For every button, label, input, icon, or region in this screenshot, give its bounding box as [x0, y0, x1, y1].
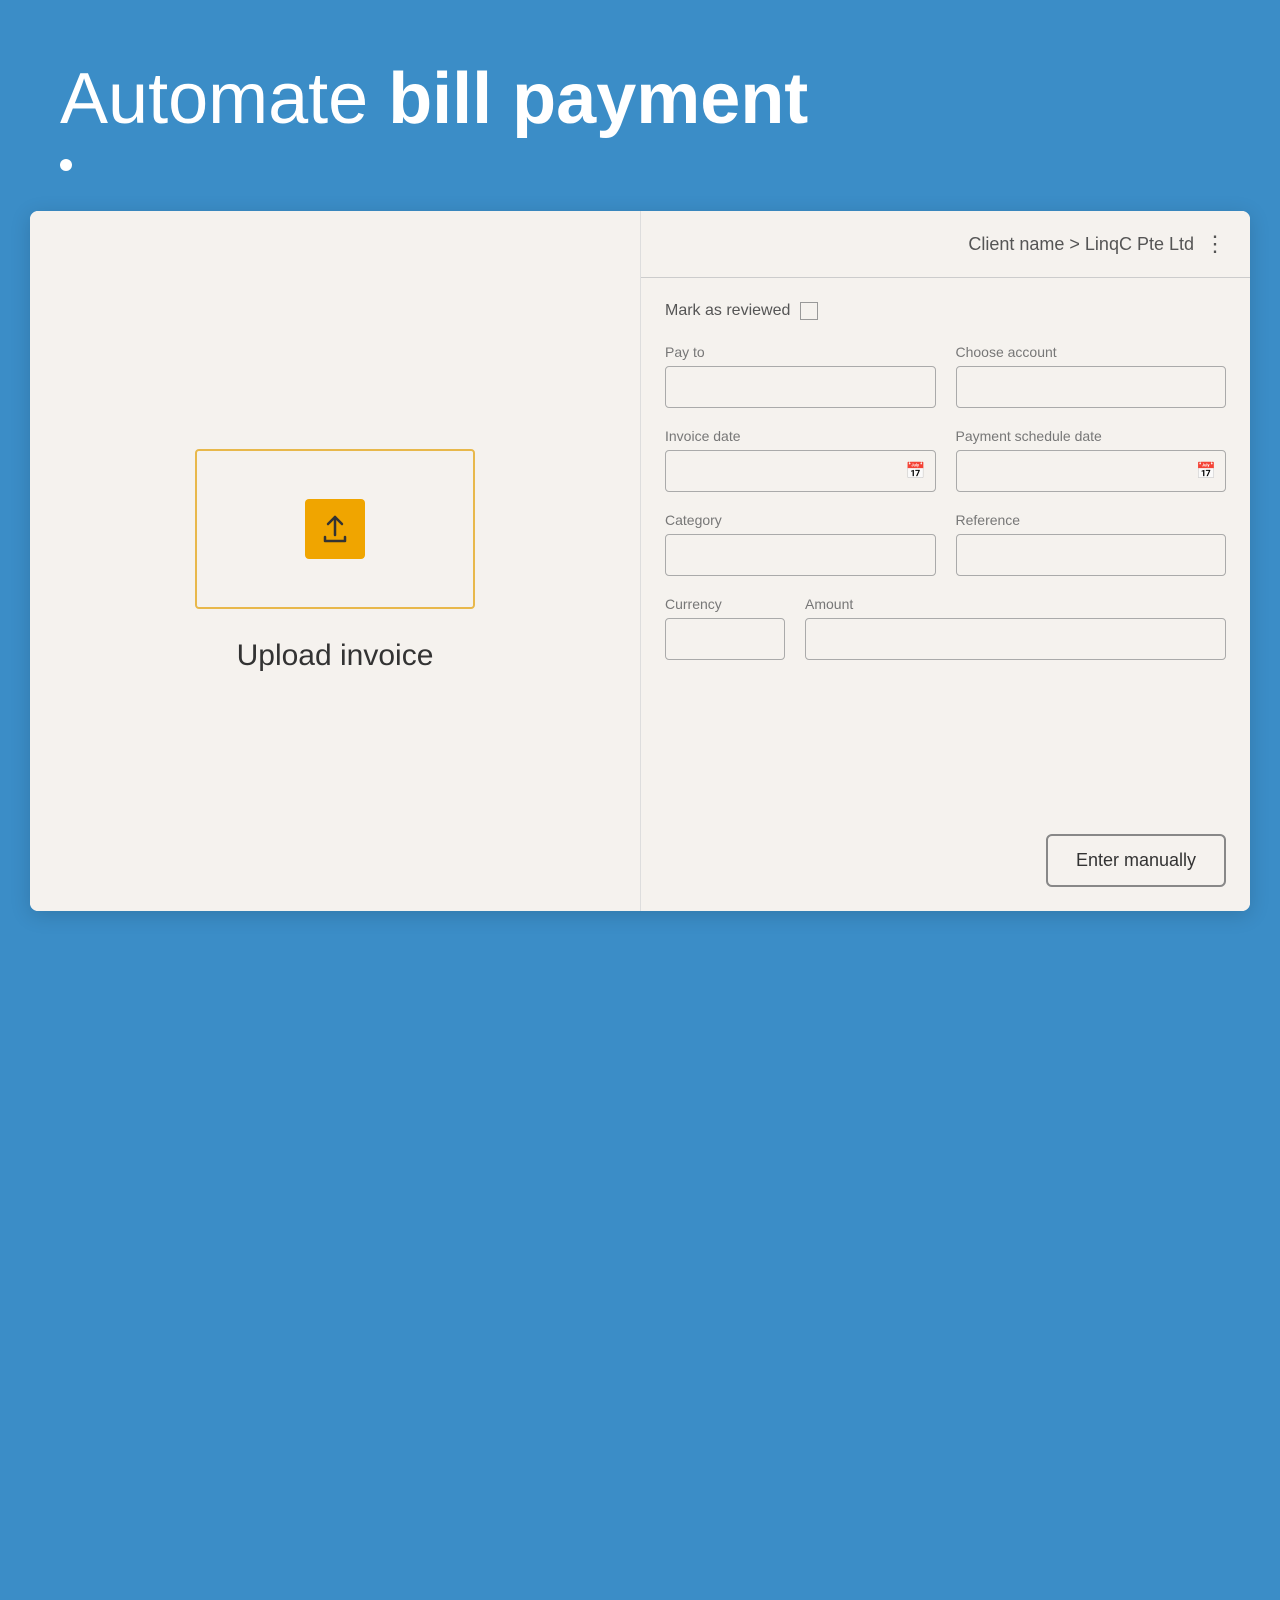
upload-panel[interactable]: Upload invoice — [30, 211, 640, 911]
amount-label: Amount — [805, 596, 1226, 612]
currency-input[interactable] — [665, 618, 785, 660]
mark-reviewed-checkbox[interactable] — [800, 302, 818, 320]
more-options-icon[interactable]: ⋮ — [1204, 231, 1226, 257]
amount-field: Amount — [805, 596, 1226, 660]
title-plain: Automate — [60, 59, 388, 139]
form-body: Mark as reviewed Pay to Choose account I… — [641, 278, 1250, 911]
upload-icon — [319, 513, 351, 545]
form-header: Client name > LinqC Pte Ltd ⋮ — [641, 211, 1250, 278]
dot-indicator — [60, 159, 1220, 171]
invoice-date-field: Invoice date 📅 — [665, 428, 936, 492]
reference-input[interactable] — [956, 534, 1227, 576]
currency-field: Currency — [665, 596, 785, 660]
pay-to-label: Pay to — [665, 344, 936, 360]
title-bold: bill payment — [388, 59, 808, 139]
main-card: Upload invoice Client name > LinqC Pte L… — [30, 211, 1250, 911]
bottom-actions: Enter manually — [665, 814, 1226, 887]
payment-schedule-field: Payment schedule date 📅 — [956, 428, 1227, 492]
category-label: Category — [665, 512, 936, 528]
pay-to-row: Pay to Choose account — [665, 344, 1226, 408]
reference-field: Reference — [956, 512, 1227, 576]
choose-account-field: Choose account — [956, 344, 1227, 408]
choose-account-input[interactable] — [956, 366, 1227, 408]
pay-to-field: Pay to — [665, 344, 936, 408]
header-section: Automate bill payment — [0, 0, 1280, 211]
upload-label: Upload invoice — [237, 639, 434, 673]
invoice-date-input[interactable] — [665, 450, 936, 492]
dates-row: Invoice date 📅 Payment schedule date 📅 — [665, 428, 1226, 492]
pay-to-input[interactable] — [665, 366, 936, 408]
amount-input[interactable] — [805, 618, 1226, 660]
category-row: Category Reference — [665, 512, 1226, 576]
invoice-date-label: Invoice date — [665, 428, 936, 444]
upload-box[interactable] — [195, 449, 475, 609]
category-input[interactable] — [665, 534, 936, 576]
payment-schedule-input-wrapper: 📅 — [956, 450, 1227, 492]
enter-manually-button[interactable]: Enter manually — [1046, 834, 1226, 887]
form-panel: Client name > LinqC Pte Ltd ⋮ Mark as re… — [640, 211, 1250, 911]
breadcrumb: Client name > LinqC Pte Ltd — [968, 234, 1194, 255]
category-field: Category — [665, 512, 936, 576]
currency-label: Currency — [665, 596, 785, 612]
mark-reviewed-row: Mark as reviewed — [665, 302, 1226, 320]
reference-label: Reference — [956, 512, 1227, 528]
currency-amount-row: Currency Amount — [665, 596, 1226, 660]
mark-reviewed-label: Mark as reviewed — [665, 302, 790, 320]
payment-schedule-label: Payment schedule date — [956, 428, 1227, 444]
upload-icon-container — [305, 499, 365, 559]
choose-account-label: Choose account — [956, 344, 1227, 360]
page-title: Automate bill payment — [60, 60, 1220, 139]
payment-schedule-input[interactable] — [956, 450, 1227, 492]
invoice-date-input-wrapper: 📅 — [665, 450, 936, 492]
dot-active — [60, 159, 72, 171]
